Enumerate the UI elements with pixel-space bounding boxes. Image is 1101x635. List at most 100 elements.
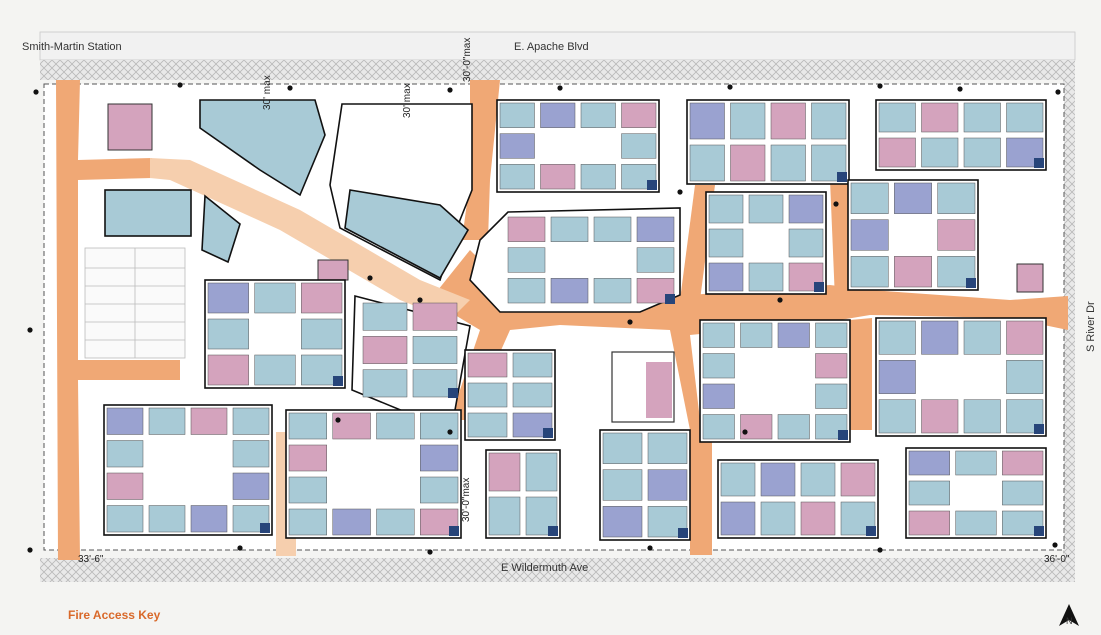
unit-tile-accent — [543, 428, 553, 438]
pink-pad-f1 — [107, 103, 153, 151]
unit-tile — [362, 336, 408, 364]
unit-tile — [106, 505, 144, 533]
hydrant-dot — [777, 297, 783, 303]
unit-tile — [963, 320, 1001, 355]
unit-tile — [963, 102, 1001, 133]
unit-tile — [921, 399, 959, 434]
street-label-apache: E. Apache Blvd — [514, 41, 589, 53]
street-label-river: S River Dr — [1085, 301, 1097, 352]
pink-pad-f1-b — [317, 259, 349, 281]
unit-tile — [499, 133, 535, 159]
hydrant-dot — [27, 547, 33, 553]
unit-tile-accent — [448, 388, 458, 398]
hydrant-dot — [627, 319, 633, 325]
unit-tile-accent — [678, 528, 688, 538]
unit-tile — [878, 360, 916, 394]
unit-tile — [921, 102, 959, 133]
unit-tile — [894, 256, 932, 288]
unit-tile — [540, 102, 576, 128]
unit-tile — [148, 505, 186, 533]
unit-tile — [190, 505, 228, 533]
hydrant-dot — [677, 189, 683, 195]
unit-tile — [332, 412, 371, 440]
unit-tile — [811, 102, 847, 140]
unit-tile — [955, 450, 997, 476]
unit-tile — [507, 278, 546, 304]
unit-tile — [420, 476, 459, 504]
unit-tile — [190, 407, 228, 435]
unit-tile — [760, 462, 796, 497]
unit-tile — [878, 102, 916, 133]
unit-tile-accent — [1034, 526, 1044, 536]
unit-tile — [412, 302, 458, 331]
hydrant-dot — [877, 83, 883, 89]
unit-tile — [621, 102, 657, 128]
unit-tile — [488, 496, 521, 536]
unit-tile — [908, 510, 950, 536]
unit-tile — [512, 352, 553, 378]
unit-tile — [301, 318, 343, 350]
unit-tile — [512, 382, 553, 408]
hydrant-dot — [833, 201, 839, 207]
hydrant-dot — [1052, 542, 1058, 548]
hydrant-dot — [447, 87, 453, 93]
unit-tile — [760, 501, 796, 536]
unit-tile — [232, 407, 270, 435]
unit-tile-accent — [449, 526, 459, 536]
unit-tile — [748, 262, 784, 292]
unit-tile — [332, 508, 371, 536]
hydrant-dot — [742, 429, 748, 435]
unit-tile — [720, 501, 756, 536]
fire-access-key-label: Fire Access Key — [68, 608, 161, 622]
unit-tile — [937, 219, 976, 251]
unit-tile-accent — [548, 526, 558, 536]
dim-label-right-width: 36'-0" — [1044, 554, 1070, 565]
unit-tile — [106, 407, 144, 435]
dim-label-30-max-c: 30'-0"max — [462, 37, 473, 82]
unit-tile — [507, 247, 546, 273]
unit-tile — [301, 282, 343, 314]
unit-tile — [850, 182, 889, 214]
unit-tile — [420, 412, 459, 440]
hydrant-dot — [557, 85, 563, 91]
hydrant-dot — [447, 429, 453, 435]
unit-tile-accent — [333, 376, 343, 386]
unit-tile — [412, 336, 458, 364]
unit-tile — [878, 137, 916, 168]
hydrant-dot — [335, 417, 341, 423]
hydrant-dot — [1055, 89, 1061, 95]
unit-tile — [720, 462, 756, 497]
unit-tile — [963, 137, 1001, 168]
unit-tile — [689, 144, 725, 182]
unit-tile — [525, 452, 558, 492]
unit-tile-accent — [647, 180, 657, 190]
unit-tile-accent — [1034, 424, 1044, 434]
unit-tile — [621, 133, 657, 159]
unit-tile-accent — [838, 430, 848, 440]
hydrant-dot — [427, 549, 433, 555]
unit-tile — [499, 102, 535, 128]
unit-tile — [254, 354, 296, 386]
unit-tile — [1006, 360, 1044, 394]
block-f2a — [104, 189, 192, 237]
unit-tile — [800, 462, 836, 497]
unit-tile — [894, 182, 932, 214]
unit-tile — [921, 320, 959, 355]
unit-tile — [602, 469, 643, 501]
fire-lane-east-s — [850, 318, 872, 430]
unit-tile — [467, 412, 508, 438]
unit-tile — [850, 219, 889, 251]
unit-tile — [540, 164, 576, 190]
unit-tile — [593, 216, 632, 242]
unit-tile — [963, 399, 1001, 434]
unit-tile — [602, 506, 643, 538]
unit-tile — [708, 194, 744, 224]
unit-tile — [232, 440, 270, 468]
unit-tile — [636, 216, 675, 242]
unit-tile — [647, 432, 688, 464]
unit-tile — [1006, 320, 1044, 355]
hydrant-dot — [367, 275, 373, 281]
unit-tile — [702, 353, 735, 379]
unit-tile — [840, 462, 876, 497]
unit-tile — [580, 102, 616, 128]
